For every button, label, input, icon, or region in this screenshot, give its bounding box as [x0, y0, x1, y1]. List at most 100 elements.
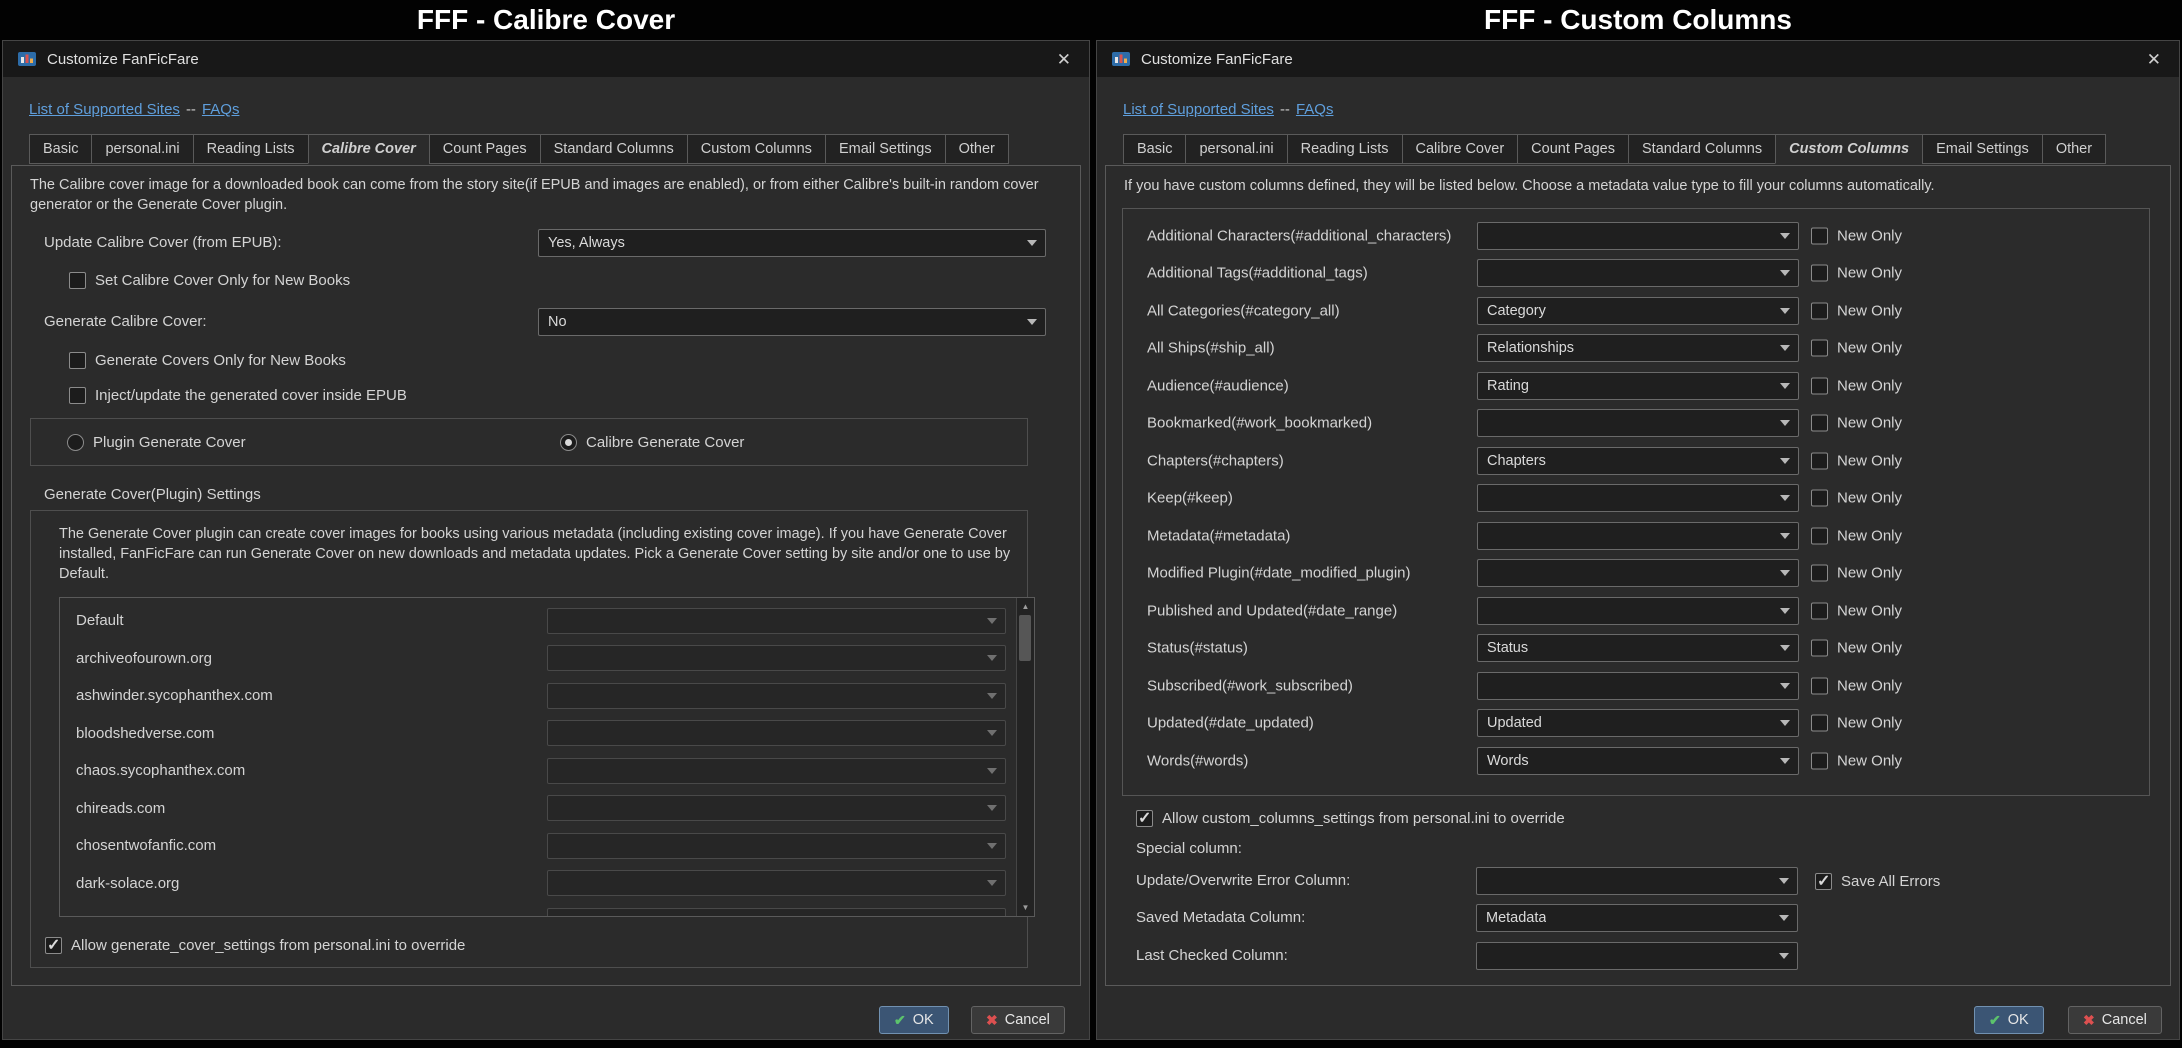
faqs-link[interactable]: FAQs	[202, 101, 240, 118]
new-only-label: New Only	[1837, 602, 1903, 620]
new-only-checkbox[interactable]	[1811, 264, 1828, 282]
tab-email-settings[interactable]: Email Settings	[1922, 134, 2043, 164]
chevron-down-icon	[1780, 345, 1790, 352]
tab-other[interactable]: Other	[2041, 134, 2107, 164]
column-value-select[interactable]: Status	[1477, 634, 1799, 663]
tab-personal-ini[interactable]: personal.ini	[1185, 134, 1288, 164]
cancel-button[interactable]: ✖ Cancel	[971, 1006, 1065, 1034]
new-only-checkbox[interactable]	[1811, 602, 1828, 620]
chevron-down-icon	[987, 617, 997, 624]
new-only-checkbox[interactable]	[1811, 752, 1828, 770]
new-only-checkbox[interactable]	[1811, 302, 1828, 320]
cancel-x-icon: ✖	[986, 1011, 998, 1028]
new-only-checkbox[interactable]	[1811, 527, 1828, 545]
tab-custom-columns[interactable]: Custom Columns	[1775, 134, 1924, 164]
update-cover-select[interactable]: Yes, Always	[538, 229, 1046, 257]
new-only-checkbox[interactable]	[1811, 714, 1828, 732]
column-value-select[interactable]	[1477, 409, 1799, 438]
column-value-select[interactable]	[1477, 671, 1799, 700]
tab-personal-ini[interactable]: personal.ini	[91, 134, 194, 164]
tab-standard-columns[interactable]: Standard Columns	[539, 134, 688, 164]
column-value-select[interactable]	[1477, 559, 1799, 588]
close-button[interactable]: ✕	[2143, 49, 2165, 70]
tab-reading-lists[interactable]: Reading Lists	[192, 134, 309, 164]
last-checked-column-select[interactable]	[1476, 942, 1798, 970]
supported-sites-link[interactable]: List of Supported Sites	[29, 101, 180, 118]
tab-basic[interactable]: Basic	[29, 134, 93, 164]
column-value-select[interactable]: Relationships	[1477, 334, 1799, 363]
new-only-checkbox[interactable]	[1811, 227, 1828, 245]
faqs-link[interactable]: FAQs	[1296, 101, 1334, 118]
saved-metadata-column-select[interactable]: Metadata	[1476, 904, 1798, 932]
site-setting-select[interactable]	[547, 682, 1006, 709]
new-only-checkbox[interactable]	[1811, 452, 1828, 470]
plugin-generate-cover-radio[interactable]	[67, 433, 84, 451]
site-setting-select[interactable]	[547, 645, 1006, 672]
site-setting-select[interactable]	[547, 720, 1006, 747]
tab-custom-columns[interactable]: Custom Columns	[686, 134, 826, 164]
tab-count-pages[interactable]: Count Pages	[1517, 134, 1629, 164]
column-value-select[interactable]	[1477, 484, 1799, 513]
column-value-select[interactable]: Words	[1477, 746, 1799, 775]
column-value-select[interactable]: Rating	[1477, 371, 1799, 400]
column-value-select[interactable]: Category	[1477, 296, 1799, 325]
site-setting-select[interactable]	[547, 832, 1006, 859]
scrollbar-thumb[interactable]	[1019, 615, 1031, 661]
column-value-select[interactable]	[1477, 596, 1799, 625]
close-button[interactable]: ✕	[1053, 49, 1075, 70]
column-label: Modified Plugin(#date_modified_plugin)	[1147, 564, 1411, 582]
new-only-checkbox[interactable]	[1811, 489, 1828, 507]
tab-standard-columns[interactable]: Standard Columns	[1628, 134, 1777, 164]
allow-generate-cover-settings-override-checkbox[interactable]	[45, 935, 62, 955]
chevron-down-icon	[1780, 720, 1790, 727]
save-all-errors-label: Save All Errors	[1841, 872, 1941, 890]
calibre-generate-cover-radio[interactable]	[560, 433, 577, 451]
title-bar: Customize FanFicFare ✕	[3, 41, 1089, 77]
tab-email-settings[interactable]: Email Settings	[824, 134, 946, 164]
scroll-up-icon[interactable]: ▲	[1017, 599, 1034, 614]
tab-calibre-cover[interactable]: Calibre Cover	[307, 134, 430, 164]
new-only-label: New Only	[1837, 414, 1903, 432]
tab-reading-lists[interactable]: Reading Lists	[1286, 134, 1403, 164]
site-setting-select[interactable]	[547, 757, 1006, 784]
chevron-down-icon	[987, 842, 997, 849]
tab-other[interactable]: Other	[944, 134, 1009, 164]
site-row: chaos.sycophanthex.com	[60, 752, 1016, 790]
chevron-down-icon	[987, 655, 997, 662]
new-only-checkbox[interactable]	[1811, 377, 1828, 395]
column-value-select[interactable]: Chapters	[1477, 446, 1799, 475]
inject-cover-checkbox[interactable]	[69, 386, 86, 404]
column-value-select[interactable]: Updated	[1477, 709, 1799, 738]
ok-button[interactable]: ✔ OK	[1974, 1006, 2044, 1034]
cancel-button[interactable]: ✖ Cancel	[2068, 1006, 2162, 1034]
tab-count-pages[interactable]: Count Pages	[428, 134, 541, 164]
scroll-down-icon[interactable]: ▼	[1017, 900, 1034, 915]
site-setting-select[interactable]	[547, 795, 1006, 822]
new-only-checkbox[interactable]	[1811, 564, 1828, 582]
supported-sites-link[interactable]: List of Supported Sites	[1123, 101, 1274, 118]
error-column-select[interactable]	[1476, 867, 1798, 895]
set-cover-new-books-checkbox[interactable]	[69, 271, 86, 289]
column-value-select[interactable]	[1477, 221, 1799, 250]
custom-columns-rows: Additional Characters(#additional_charac…	[1123, 217, 2149, 780]
new-only-checkbox[interactable]	[1811, 339, 1828, 357]
site-setting-select[interactable]	[547, 870, 1006, 897]
site-row: chosentwofanfic.com	[60, 827, 1016, 865]
cancel-x-icon: ✖	[2083, 1011, 2095, 1028]
allow-custom-columns-settings-override-checkbox[interactable]	[1136, 808, 1153, 828]
generate-cover-select[interactable]: No	[538, 308, 1046, 336]
custom-column-row: Keep(#keep) New Only	[1123, 480, 2149, 518]
site-setting-select[interactable]	[547, 607, 1006, 634]
save-all-errors-checkbox[interactable]	[1815, 871, 1832, 891]
site-setting-select[interactable]	[547, 907, 1006, 916]
new-only-checkbox[interactable]	[1811, 677, 1828, 695]
column-value-select[interactable]	[1477, 521, 1799, 550]
generate-covers-new-books-checkbox[interactable]	[69, 351, 86, 369]
new-only-checkbox[interactable]	[1811, 414, 1828, 432]
new-only-checkbox[interactable]	[1811, 639, 1828, 657]
vertical-scrollbar[interactable]: ▲ ▼	[1016, 598, 1034, 916]
ok-button[interactable]: ✔ OK	[879, 1006, 949, 1034]
tab-calibre-cover[interactable]: Calibre Cover	[1401, 134, 1519, 164]
tab-basic[interactable]: Basic	[1123, 134, 1187, 164]
column-value-select[interactable]	[1477, 259, 1799, 288]
